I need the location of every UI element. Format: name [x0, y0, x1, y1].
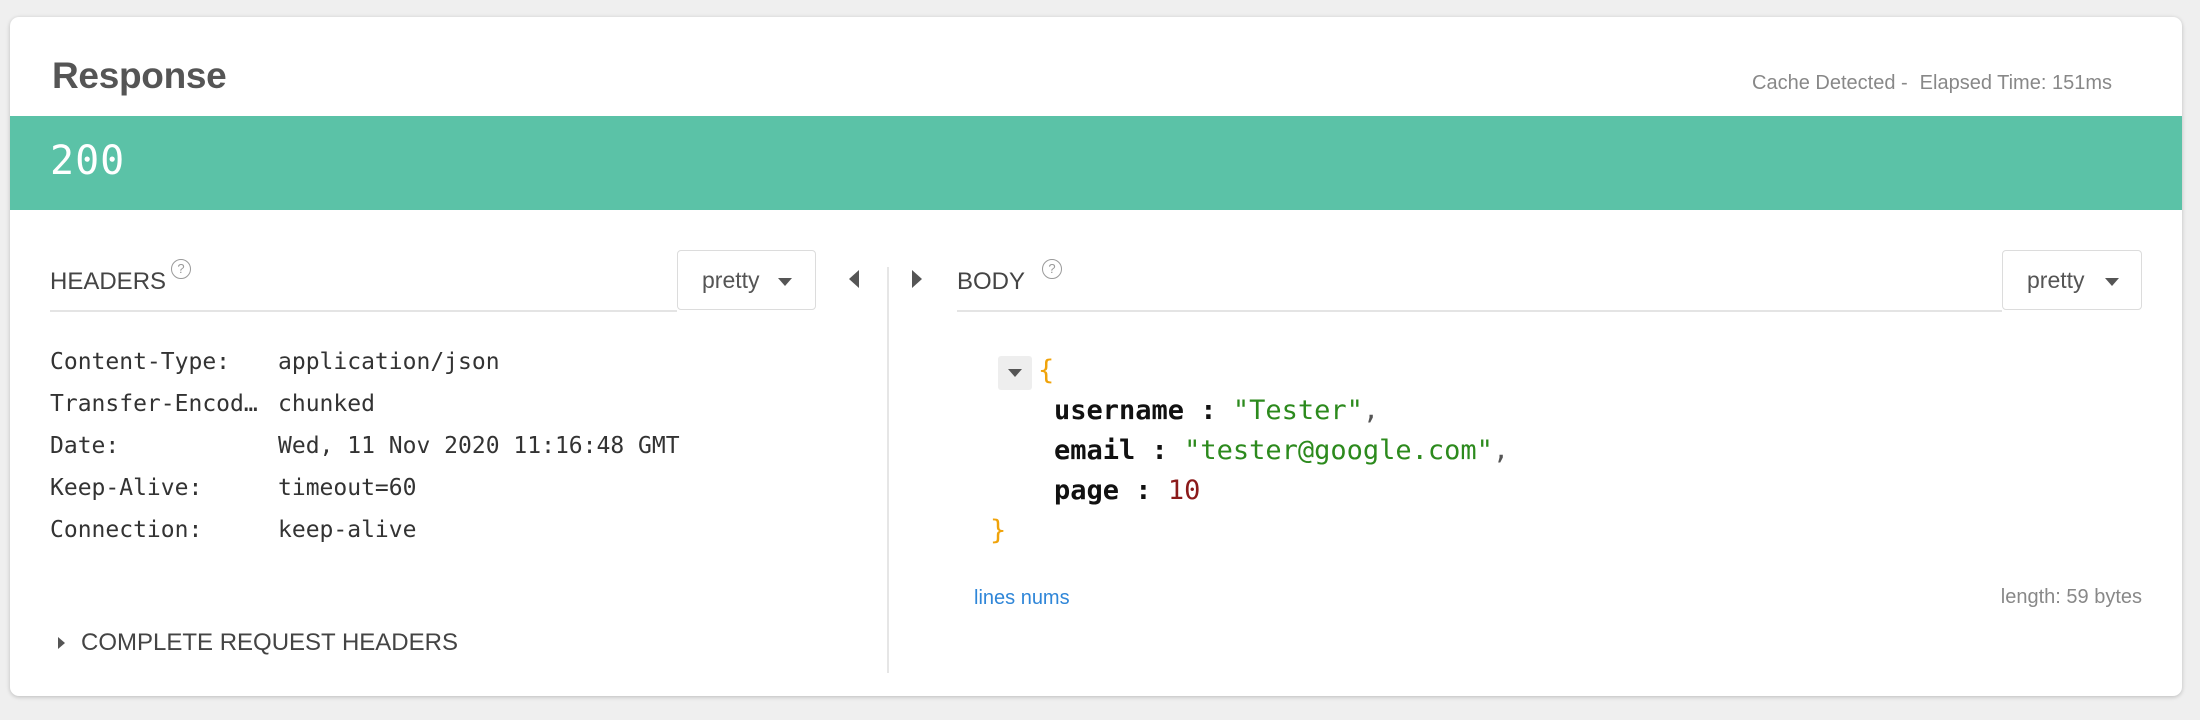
- json-key: email: [1054, 435, 1136, 466]
- json-value: "tester@google.com": [1184, 435, 1493, 466]
- header-value: application/json: [278, 349, 500, 375]
- header-value: chunked: [278, 391, 375, 417]
- body-help-icon[interactable]: ?: [1042, 259, 1062, 279]
- caret-down-icon: [778, 278, 792, 286]
- body-underline: [957, 310, 2002, 312]
- header-key: Transfer-Encod…: [50, 391, 258, 417]
- json-line: email : "tester@google.com",: [1054, 435, 1510, 466]
- header-key: Date:: [50, 433, 120, 459]
- collapse-left-icon[interactable]: [849, 270, 859, 288]
- header-value: Wed, 11 Nov 2020 11:16:48 GMT: [278, 433, 680, 459]
- json-value: 10: [1167, 475, 1201, 506]
- status-code: 200: [50, 138, 126, 184]
- headers-format-value: pretty: [702, 267, 760, 293]
- elapsed-info: Cache Detected - Elapsed Time: 151ms: [1752, 72, 2112, 95]
- body-label: BODY: [957, 268, 1026, 295]
- json-collapse-toggle[interactable]: [998, 356, 1032, 390]
- headers-label: HEADERS: [50, 268, 167, 295]
- header-row: Transfer-Encod… chunked: [50, 391, 375, 417]
- header-row: Date: Wed, 11 Nov 2020 11:16:48 GMT: [50, 433, 680, 459]
- header-key: Content-Type:: [50, 349, 231, 375]
- complete-request-headers-label: COMPLETE REQUEST HEADERS: [81, 629, 458, 656]
- json-open-brace: {: [1038, 355, 1055, 386]
- header-row: Keep-Alive: timeout=60: [50, 475, 416, 501]
- header-row: Connection: keep-alive: [50, 517, 416, 543]
- body-format-value: pretty: [2027, 267, 2085, 293]
- header-key: Connection:: [50, 517, 203, 543]
- response-card: Response Cache Detected - Elapsed Time: 1…: [10, 17, 2182, 696]
- body-format-select[interactable]: pretty: [2002, 250, 2142, 310]
- triangle-right-icon: [58, 637, 65, 649]
- expand-right-icon[interactable]: [912, 270, 922, 288]
- complete-request-headers-toggle[interactable]: COMPLETE REQUEST HEADERS: [58, 629, 458, 657]
- header-value: timeout=60: [278, 475, 417, 501]
- caret-down-icon: [2105, 278, 2119, 286]
- header-value: keep-alive: [278, 517, 417, 543]
- cache-detected-text: Cache Detected -: [1752, 72, 1908, 94]
- page-title: Response: [52, 55, 227, 96]
- headers-format-select[interactable]: pretty: [677, 250, 816, 310]
- json-line: username : "Tester",: [1054, 395, 1380, 426]
- json-line: page : 10: [1054, 475, 1201, 506]
- json-close-brace: }: [990, 515, 1007, 546]
- body-length: length: 59 bytes: [2000, 586, 2142, 608]
- header-key: Keep-Alive:: [50, 475, 203, 501]
- json-key: username: [1054, 395, 1185, 426]
- headers-underline: [50, 310, 677, 312]
- json-value: "Tester": [1232, 395, 1363, 426]
- elapsed-time-text: Elapsed Time: 151ms: [1919, 72, 2112, 94]
- header-row: Content-Type: application/json: [50, 349, 500, 375]
- lines-nums-link[interactable]: lines nums: [974, 587, 1070, 610]
- headers-help-icon[interactable]: ?: [171, 259, 191, 279]
- panel-divider: [887, 267, 889, 673]
- triangle-down-icon: [1008, 369, 1022, 377]
- status-bar: 200: [10, 116, 2182, 210]
- json-key: page: [1054, 475, 1120, 506]
